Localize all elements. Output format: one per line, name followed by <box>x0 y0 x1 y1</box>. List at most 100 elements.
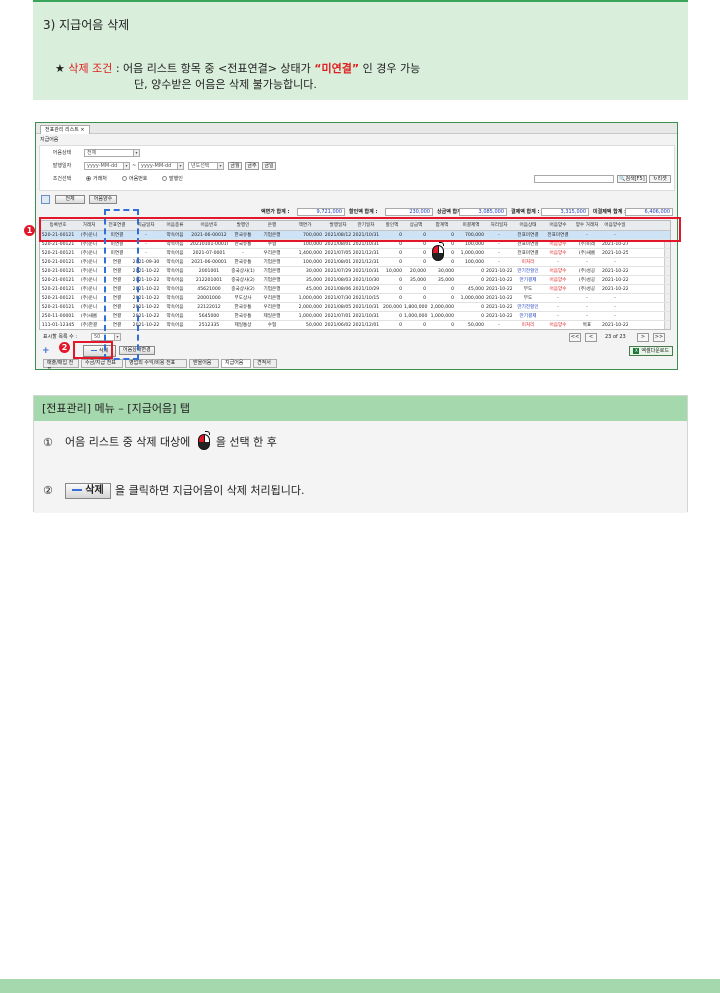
first-page-button[interactable]: << <box>569 333 581 342</box>
step-2-number: ② <box>43 484 53 497</box>
table-cell: 부도 <box>523 287 533 292</box>
mouse-body <box>432 245 444 261</box>
table-cell: 0 <box>399 296 402 301</box>
table-cell: 2021/12/31 <box>352 260 380 265</box>
condition-label: 조건선택 <box>52 176 72 182</box>
receive-bill-button[interactable]: 어음양수 <box>89 195 117 204</box>
guide-step-2: ② 삭제 을 클릭하면 지급어음이 삭제 처리됩니다. <box>43 482 305 499</box>
table-cell: 2001001 <box>198 269 220 274</box>
highlight-link-column <box>104 209 139 360</box>
table-cell: 약속어음 <box>166 287 184 292</box>
search-button[interactable]: 🔍검색[F5] <box>617 175 647 183</box>
add-icon[interactable]: + <box>42 346 52 356</box>
table-cell: 45,000 <box>467 287 484 292</box>
step-1-text-b: 을 선택 한 후 <box>215 435 277 449</box>
table-cell: 2021/10/31 <box>352 314 380 319</box>
table-cell: 2021-10-22 <box>602 278 628 283</box>
table-cell: 중국상사(1) <box>231 269 255 274</box>
table-cell: 2021-10-22 <box>602 287 628 292</box>
table-cell: 수협 <box>267 323 277 328</box>
table-cell: 기업은행 <box>263 287 281 292</box>
radio-issuer[interactable]: 발행인 <box>162 176 183 183</box>
star-icon: ★ <box>55 62 65 75</box>
table-cell: 2021/08/05 <box>324 305 352 310</box>
table-cell: 만기전할인 <box>517 269 539 274</box>
table-cell: 어음양수 <box>549 269 567 274</box>
bottom-tab[interactable]: 받을어음 <box>189 359 219 368</box>
table-cell: 제일통상 <box>234 323 252 328</box>
next-page-button[interactable]: > <box>637 333 649 342</box>
table-cell: 30,000 <box>305 269 322 274</box>
rule-text-b: 인 경우 가능 <box>359 62 421 75</box>
excel-download-button[interactable]: X 엑셀다운로드 <box>629 346 673 356</box>
date-separator: ~ <box>132 163 137 169</box>
guide-body: ① 어음 리스트 중 삭제 대상에 을 선택 한 후 ② 삭제 을 클릭하면 지급어음… <box>34 421 687 513</box>
this-month-button[interactable]: 금월 <box>228 162 242 170</box>
table-cell: 0 <box>423 323 426 328</box>
table-cell: 520-21-00121 <box>41 278 75 283</box>
period-select[interactable]: 년도선택 ▾ <box>188 162 224 170</box>
step-2-text: 을 클릭하면 지급어음이 삭제 처리됩니다. <box>115 484 305 497</box>
table-cell: 2021/07/30 <box>324 296 352 301</box>
table-cell: - <box>242 251 244 256</box>
table-cell: 제일은행 <box>263 314 281 319</box>
table-cell: 0 <box>481 305 484 310</box>
status-select[interactable]: 전체 ▾ <box>84 149 140 157</box>
table-cell: - <box>557 296 559 301</box>
date-to-input[interactable]: yyyy-MM-dd ▾ <box>138 162 184 170</box>
table-cell: 2021-10-22 <box>486 269 512 274</box>
bottom-tab[interactable]: 수금/지급 전표 <box>81 359 123 368</box>
bottom-tab[interactable]: 지급어음 <box>221 359 251 368</box>
bottom-tab[interactable]: 영업외 수익/비용 전표 <box>125 359 187 368</box>
last-page-button[interactable]: >> <box>653 333 665 342</box>
all-button[interactable]: 전체 <box>55 195 85 204</box>
radio-issuer-label: 발행인 <box>169 176 183 182</box>
page-size-value: 50 <box>94 334 101 340</box>
table-cell: 2021/12/01 <box>352 323 380 328</box>
tab-voucher-list[interactable]: 전표관리 리스트 × <box>40 125 90 134</box>
mouse-left-click-icon <box>197 431 210 450</box>
instruction-box: 3) 지급어음 삭제 ★ 삭제 조건 : 어음 리스트 항목 중 <전표연결> … <box>33 0 688 100</box>
highlight-delete-button <box>73 341 113 359</box>
bottom-tab[interactable]: 견적서 <box>253 359 277 368</box>
status-label: 어음상태 <box>52 150 72 156</box>
radio-client[interactable]: 거래처 <box>86 176 107 183</box>
table-cell: 45621000 <box>197 287 221 292</box>
table-cell: 0 <box>423 296 426 301</box>
reset-button[interactable]: ↻리셋 <box>649 175 671 183</box>
step-badge-1: 1 <box>24 225 35 236</box>
this-week-button[interactable]: 금주 <box>245 162 259 170</box>
table-cell: 2021/08/01 <box>324 260 352 265</box>
table-cell: 약속어음 <box>166 269 184 274</box>
table-cell: 2021-10-22 <box>602 323 628 328</box>
table-cell: 목표 <box>582 323 592 328</box>
table-cell: - <box>614 260 616 265</box>
date-from-input[interactable]: yyyy-MM-dd ▾ <box>84 162 130 170</box>
table-cell: 우리은행 <box>263 305 281 310</box>
table-cell: 2021-07-0001 <box>192 251 226 256</box>
table-cell: 2021/07/29 <box>324 269 352 274</box>
bottom-tab[interactable]: 매출/매입 전표 <box>43 359 79 369</box>
table-cell: 기업은행 <box>263 278 281 283</box>
table-cell: 2021/07/05 <box>324 251 352 256</box>
prev-page-button[interactable]: < <box>585 333 597 342</box>
bottom-tabs: 매출/매입 전표 수금/지급 전표 영업외 수익/비용 전표 받을어음 지급어음 견적서 <box>39 359 675 369</box>
mouse-split <box>438 246 439 253</box>
radio-icon <box>122 176 127 181</box>
table-cell: 1,000,000 <box>430 314 454 319</box>
date-from-value: yyyy-MM-dd <box>87 163 118 169</box>
radio-number[interactable]: 어음번호 <box>122 176 147 183</box>
table-cell: 520-21-00121 <box>41 269 75 274</box>
table-cell: 부도상사 <box>234 296 252 301</box>
repay-total-value: 3,085,000 <box>459 208 507 216</box>
delete-condition-note: 단, 양수받은 어음은 삭제 불가능합니다. <box>134 78 317 91</box>
table-cell: 약속어음 <box>166 323 184 328</box>
table-cell: - <box>557 260 559 265</box>
table-cell: - <box>614 305 616 310</box>
grid-view-icon[interactable] <box>41 195 50 204</box>
table-cell: (주)운니 <box>80 251 98 256</box>
search-input[interactable] <box>534 175 614 183</box>
table-cell: (주)새롬 <box>578 251 596 256</box>
today-button[interactable]: 금일 <box>262 162 276 170</box>
table-cell: 520-21-00121 <box>41 251 75 256</box>
